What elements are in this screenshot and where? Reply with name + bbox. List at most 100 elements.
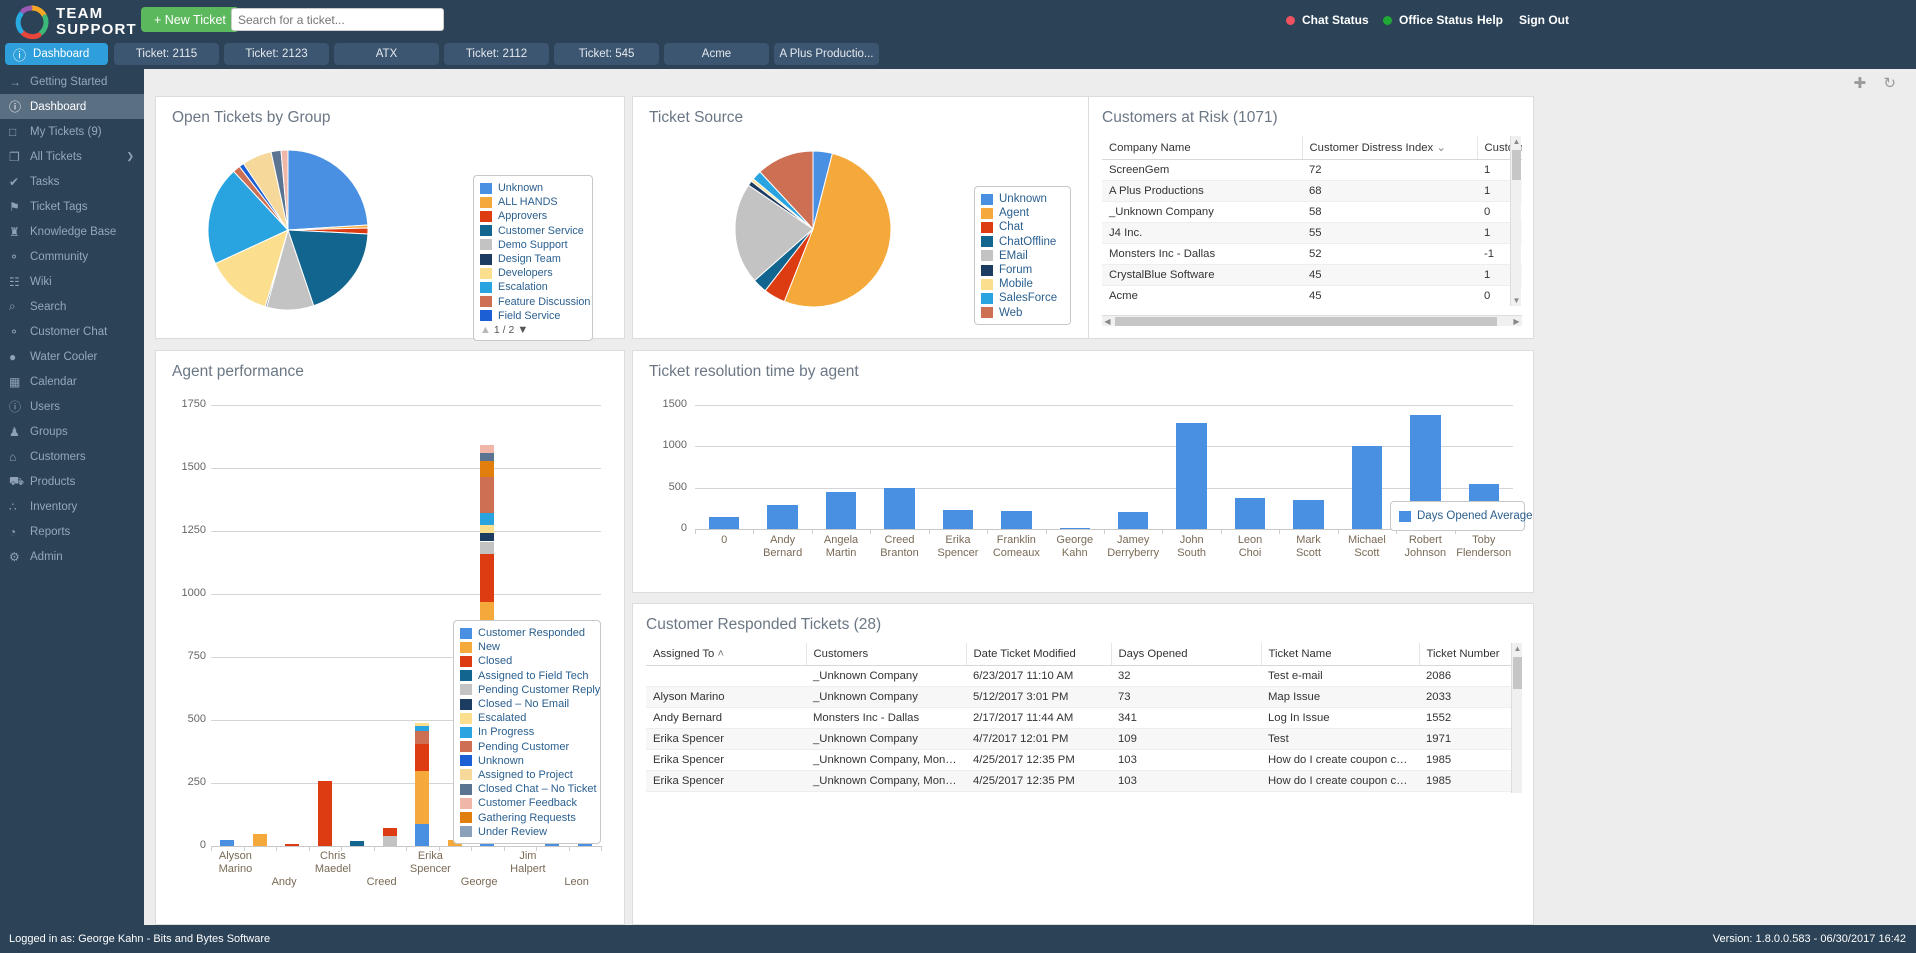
legend-row[interactable]: Customer Service (480, 224, 585, 238)
sidebar-item-tasks[interactable]: ✔ Tasks (0, 169, 144, 194)
legend-open-tickets[interactable]: Unknown ALL HANDS Approvers Customer Servic… (473, 175, 593, 341)
legend-row[interactable]: Pending Customer Reply (460, 683, 600, 697)
table-row[interactable]: CrystalBlue Software 45 1 (1102, 264, 1522, 286)
legend-row[interactable]: Closed – No Email (460, 697, 593, 711)
pie-slice[interactable] (287, 149, 369, 231)
table-row[interactable]: A Plus Productions 68 1 (1102, 180, 1522, 202)
legend-row[interactable]: Under Review (460, 825, 593, 839)
help-link[interactable]: Help (1477, 13, 1503, 27)
customer-responded-vscrollbar[interactable]: ▲ (1511, 643, 1522, 793)
tab-ticket-2112[interactable]: Ticket: 2112 (444, 43, 549, 65)
pager-down-icon[interactable]: ▼ (517, 324, 528, 336)
sidebar-item-products[interactable]: ⛟ Products (0, 469, 144, 494)
cell-name[interactable]: Test e-mail (1261, 665, 1419, 687)
cell-number[interactable]: 1971 (1419, 728, 1522, 750)
bar[interactable] (942, 510, 974, 529)
cell-number[interactable]: 1985 (1419, 770, 1522, 792)
legend-row[interactable]: Approvers (480, 209, 585, 223)
tab-a-plus-productio[interactable]: A Plus Productio... (774, 43, 879, 65)
sidebar-item-admin[interactable]: ⚙ Admin (0, 544, 144, 569)
cell-company[interactable]: Acme (1102, 285, 1302, 306)
refresh-icon[interactable]: ↻ (1883, 75, 1896, 92)
bar-segment[interactable] (415, 743, 430, 771)
legend-row[interactable]: Unknown (460, 754, 593, 768)
sidebar-item-getting-started[interactable]: → Getting Started (0, 69, 144, 94)
tab-dashboard[interactable]: ⓘ Dashboard (5, 43, 108, 65)
scroll-left-arrow-icon[interactable]: ◀ (1102, 316, 1113, 327)
bar-segment[interactable] (382, 828, 397, 837)
table-row[interactable]: _Unknown Company 58 0 (1102, 201, 1522, 223)
scroll-thumb[interactable] (1513, 657, 1522, 689)
app-logo[interactable]: TEAM SUPPORT (14, 4, 136, 40)
bar[interactable] (1293, 500, 1324, 529)
scroll-down-arrow-icon[interactable]: ▼ (1511, 295, 1522, 306)
legend-row[interactable]: Chat (981, 220, 1063, 234)
sidebar-item-groups[interactable]: ♟ Groups (0, 419, 144, 444)
legend-row[interactable]: Closed Chat – No Ticket (460, 782, 597, 796)
tab-ticket-2123[interactable]: Ticket: 2123 (224, 43, 329, 65)
sidebar-item-all-tickets[interactable]: ❐ All Tickets ❯ (0, 144, 144, 169)
legend-row[interactable]: Developers (480, 266, 585, 280)
scroll-up-arrow-icon[interactable]: ▲ (1511, 136, 1522, 147)
legend-row[interactable]: New (460, 640, 593, 654)
sidebar-item-customers[interactable]: ⌂ Customers (0, 444, 144, 469)
table-row[interactable]: Acme 45 0 (1102, 285, 1522, 306)
column-header[interactable]: Date Ticket Modified (966, 643, 1112, 666)
tab-atx[interactable]: ATX (334, 43, 439, 65)
bar-segment[interactable] (480, 461, 495, 478)
bar-segment[interactable] (415, 823, 430, 846)
cell-name[interactable]: Test (1261, 728, 1419, 750)
scroll-thumb[interactable] (1512, 150, 1521, 180)
column-header[interactable]: Customer Distress Index ⌄ (1302, 136, 1478, 160)
bar-segment[interactable] (415, 726, 430, 732)
legend-row[interactable]: Agent (981, 206, 1063, 220)
sidebar-item-my-tickets-9[interactable]: □ My Tickets (9) (0, 119, 144, 144)
scroll-right-arrow-icon[interactable]: ▶ (1511, 316, 1522, 327)
table-row[interactable]: Erika Spencer _Unknown Company, Monster..… (646, 770, 1522, 792)
cell-company[interactable]: A Plus Productions (1102, 180, 1302, 202)
cell-number[interactable]: 2033 (1419, 686, 1522, 708)
bar[interactable] (1351, 446, 1383, 529)
sidebar-item-search[interactable]: ⌕ Search (0, 294, 144, 319)
legend-row[interactable]: SalesForce (981, 291, 1063, 305)
customers-at-risk-hscrollbar[interactable]: ◀ ▶ (1102, 315, 1522, 326)
bar-segment[interactable] (480, 553, 495, 602)
legend-row[interactable]: Unknown (480, 181, 585, 195)
bar-segment[interactable] (415, 770, 430, 824)
new-ticket-button[interactable]: + New Ticket (141, 7, 239, 32)
pie-chart-open-tickets[interactable] (188, 145, 388, 315)
bar[interactable] (1118, 511, 1149, 529)
sidebar-item-community[interactable]: ⚬ Community (0, 244, 144, 269)
legend-ticket-resolution[interactable]: Days Opened Average (1390, 501, 1533, 531)
legend-row[interactable]: ChatOffline (981, 235, 1063, 249)
tab-ticket-545[interactable]: Ticket: 545 (554, 43, 659, 65)
customers-at-risk-vscrollbar[interactable]: ▲ ▼ (1510, 136, 1521, 306)
sidebar-item-knowledge-base[interactable]: ♜ Knowledge Base (0, 219, 144, 244)
sign-out-link[interactable]: Sign Out (1519, 13, 1569, 27)
legend-row[interactable]: EMail (981, 249, 1063, 263)
bar[interactable] (825, 491, 857, 529)
table-row[interactable]: Erika Spencer _Unknown Company, Monster..… (646, 749, 1522, 771)
pie-chart-ticket-source[interactable] (718, 147, 908, 312)
bar[interactable] (1234, 497, 1266, 529)
bar-segment[interactable] (480, 477, 495, 514)
legend-row[interactable]: ALL HANDS (480, 195, 585, 209)
bar[interactable] (1001, 510, 1032, 529)
bar-segment[interactable] (480, 453, 495, 462)
sidebar-item-users[interactable]: ⓘ Users (0, 394, 144, 419)
sidebar-item-calendar[interactable]: ▦ Calendar (0, 369, 144, 394)
chat-status-link[interactable]: Chat Status (1302, 13, 1369, 27)
legend-row[interactable]: Field Service (480, 309, 585, 323)
cell-number[interactable]: 2086 (1419, 665, 1522, 687)
bar-segment[interactable] (252, 833, 267, 846)
legend-row[interactable]: Mobile (981, 277, 1063, 291)
bar-segment[interactable] (480, 445, 495, 454)
legend-row[interactable]: Closed (460, 654, 593, 668)
office-status-link[interactable]: Office Status (1399, 13, 1473, 27)
bar[interactable] (884, 487, 915, 529)
bar-segment[interactable] (480, 541, 495, 554)
cell-company[interactable]: Monsters Inc - Dallas (1102, 243, 1302, 265)
bar-segment[interactable] (480, 533, 495, 542)
scroll-up-arrow-icon[interactable]: ▲ (1512, 643, 1523, 654)
bar-segment[interactable] (480, 513, 495, 526)
